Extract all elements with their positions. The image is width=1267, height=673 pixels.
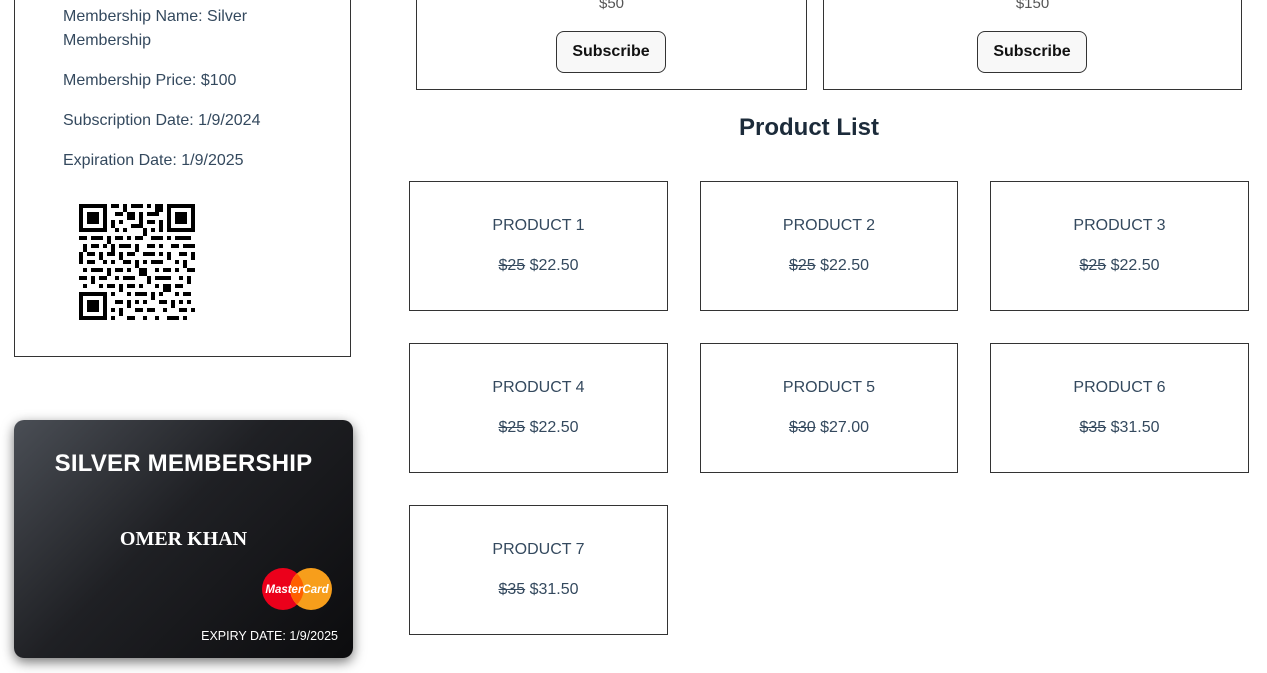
product-prices: $25 $22.50 xyxy=(410,257,667,275)
product-new-price: $22.50 xyxy=(1110,257,1160,274)
plan-price: $150 xyxy=(1015,0,1050,12)
product-card[interactable]: PRODUCT 4 $25 $22.50 xyxy=(409,343,668,473)
product-new-price: $22.50 xyxy=(529,419,579,436)
product-prices: $25 $22.50 xyxy=(991,257,1248,275)
product-name: PRODUCT 1 xyxy=(492,217,585,234)
plan-box-1: $50 Subscribe xyxy=(416,0,807,90)
product-old-price: $25 xyxy=(1079,257,1107,274)
product-prices: $30 $27.00 xyxy=(701,419,957,437)
membership-price: Membership Price: $100 xyxy=(63,72,237,89)
subscribe-button[interactable]: Subscribe xyxy=(977,31,1087,73)
product-new-price: $31.50 xyxy=(1110,419,1160,436)
mastercard-logo: MasterCard xyxy=(262,568,332,610)
membership-name: Membership Name: Silver Membership xyxy=(63,8,248,49)
membership-info-panel: Membership Name: Silver Membership Membe… xyxy=(14,0,351,357)
product-old-price: $35 xyxy=(498,581,526,598)
product-prices: $25 $22.50 xyxy=(701,257,957,275)
product-card[interactable]: PRODUCT 1 $25 $22.50 xyxy=(409,181,668,311)
expiration-date: Expiration Date: 1/9/2025 xyxy=(63,152,244,169)
plan-box-2: $150 Subscribe xyxy=(823,0,1242,90)
product-card[interactable]: PRODUCT 6 $35 $31.50 xyxy=(990,343,1249,473)
card-holder-name: OMER KHAN xyxy=(119,528,248,550)
product-card[interactable]: PRODUCT 5 $30 $27.00 xyxy=(700,343,958,473)
qr-code-image xyxy=(79,204,195,320)
product-list-title: Product List xyxy=(738,114,879,141)
product-old-price: $25 xyxy=(498,257,526,274)
product-name: PRODUCT 6 xyxy=(1073,379,1166,396)
card-title: SILVER MEMBERSHIP xyxy=(54,450,313,477)
product-new-price: $22.50 xyxy=(529,257,579,274)
product-card[interactable]: PRODUCT 3 $25 $22.50 xyxy=(990,181,1249,311)
product-old-price: $25 xyxy=(788,257,816,274)
subscribe-button[interactable]: Subscribe xyxy=(556,31,666,73)
product-prices: $35 $31.50 xyxy=(991,419,1248,437)
product-old-price: $30 xyxy=(788,419,816,436)
product-new-price: $27.00 xyxy=(820,419,870,436)
product-card[interactable]: PRODUCT 2 $25 $22.50 xyxy=(700,181,958,311)
product-card[interactable]: PRODUCT 7 $35 $31.50 xyxy=(409,505,668,635)
product-name: PRODUCT 3 xyxy=(1073,217,1166,234)
product-old-price: $35 xyxy=(1079,419,1107,436)
mastercard-logo-text: MasterCard xyxy=(265,584,329,596)
product-name: PRODUCT 7 xyxy=(492,541,585,558)
product-name: PRODUCT 4 xyxy=(492,379,585,396)
plan-price: $50 xyxy=(598,0,625,12)
product-name: PRODUCT 5 xyxy=(782,379,876,396)
product-prices: $25 $22.50 xyxy=(410,419,667,437)
product-old-price: $25 xyxy=(498,419,526,436)
membership-card: SILVER MEMBERSHIP OMER KHAN MasterCard E… xyxy=(14,420,353,658)
card-expiry-date: EXPIRY DATE: 1/9/2025 xyxy=(201,629,338,643)
product-new-price: $22.50 xyxy=(820,257,870,274)
product-name: PRODUCT 2 xyxy=(782,217,876,234)
product-new-price: $31.50 xyxy=(529,581,579,598)
product-prices: $35 $31.50 xyxy=(410,581,667,599)
subscription-date: Subscription Date: 1/9/2024 xyxy=(63,112,261,129)
